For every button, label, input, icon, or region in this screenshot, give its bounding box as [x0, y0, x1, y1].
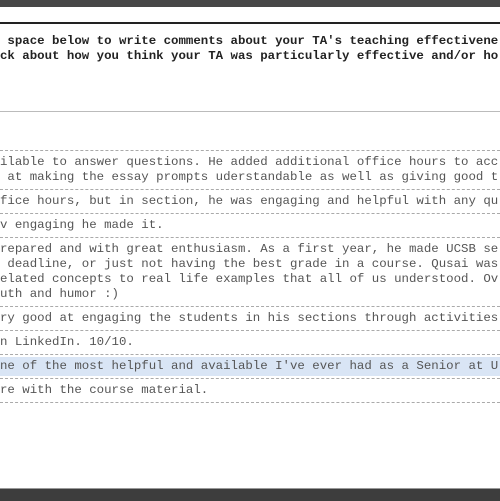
window-bottom-bar — [0, 488, 500, 501]
comment-line: repared and with great enthusiasm. As a … — [0, 242, 499, 256]
dashed-separator — [0, 150, 500, 151]
window-top-bar — [0, 0, 500, 7]
comment-line: at making the essay prompts uderstandabl… — [0, 170, 499, 184]
comment-item[interactable]: n LinkedIn. 10/10. — [0, 333, 500, 352]
comment-item[interactable]: ne of the most helpful and available I'v… — [0, 357, 500, 376]
dashed-separator — [0, 330, 500, 331]
dashed-separator — [0, 213, 500, 214]
dashed-separator — [0, 237, 500, 238]
comment-line: ry good at engaging the students in his … — [0, 311, 499, 325]
comment-line: ilable to answer questions. He added add… — [0, 155, 499, 169]
instructions-line: ck about how you think your TA was parti… — [0, 49, 499, 63]
header-rule — [0, 22, 500, 24]
instructions-line: space below to write comments about your… — [0, 34, 499, 48]
comment-line: fice hours, but in section, he was engag… — [0, 194, 499, 208]
dashed-separator — [0, 402, 500, 403]
comment-item[interactable]: v engaging he made it. — [0, 216, 500, 235]
comment-item[interactable]: ilable to answer questions. He added add… — [0, 153, 500, 187]
comment-item[interactable]: ry good at engaging the students in his … — [0, 309, 500, 328]
dashed-separator — [0, 378, 500, 379]
comment-item[interactable]: re with the course material. — [0, 381, 500, 400]
instructions-text: space below to write comments about your… — [0, 34, 500, 64]
dashed-separator — [0, 306, 500, 307]
comment-line: deadline, or just not having the best gr… — [0, 257, 499, 271]
dashed-separator — [0, 189, 500, 190]
comments-list: ilable to answer questions. He added add… — [0, 148, 500, 405]
dashed-separator — [0, 354, 500, 355]
comment-line: elated concepts to real life examples th… — [0, 272, 499, 286]
comment-line: ne of the most helpful and available I'v… — [0, 359, 499, 373]
comment-item[interactable]: repared and with great enthusiasm. As a … — [0, 240, 500, 304]
comment-line: v engaging he made it. — [0, 218, 164, 232]
section-divider — [0, 111, 500, 112]
comment-item[interactable]: fice hours, but in section, he was engag… — [0, 192, 500, 211]
comment-line: n LinkedIn. 10/10. — [0, 335, 134, 349]
comment-line: uth and humor :) — [0, 287, 119, 301]
comment-line: re with the course material. — [0, 383, 209, 397]
